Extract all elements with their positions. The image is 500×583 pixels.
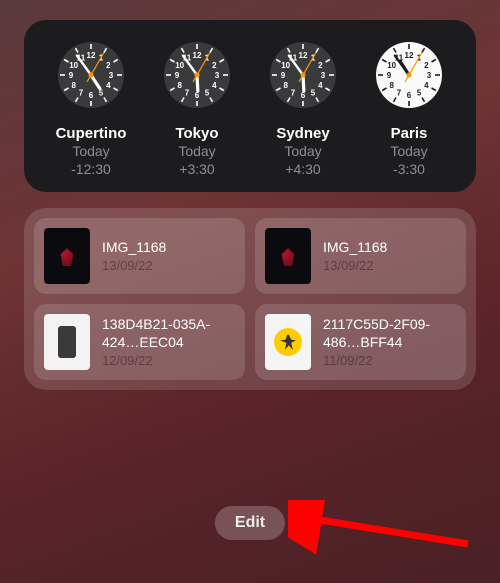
svg-text:12: 12 [299, 51, 308, 60]
file-thumbnail [265, 314, 311, 370]
svg-text:4: 4 [318, 81, 323, 90]
time-offset: +4:30 [285, 161, 320, 179]
file-thumbnail [44, 314, 90, 370]
city-name: Paris [391, 125, 428, 143]
world-clock-item: 121234567891011 Cupertino Today -12:30 [38, 40, 144, 178]
svg-text:7: 7 [79, 88, 84, 97]
svg-text:8: 8 [177, 81, 182, 90]
svg-text:3: 3 [109, 71, 114, 80]
file-name: 138D4B21-035A-424…EEC04 [102, 316, 233, 351]
clock-face-icon: 121234567891011 [268, 40, 338, 110]
world-clock-item: 121234567891011 Sydney Today +4:30 [250, 40, 356, 178]
file-item[interactable]: 138D4B21-035A-424…EEC04 12/09/22 [34, 304, 245, 380]
svg-text:2: 2 [212, 61, 217, 70]
time-offset: -12:30 [71, 161, 111, 179]
file-thumbnail [44, 228, 90, 284]
svg-text:2: 2 [106, 61, 111, 70]
annotation-arrow [288, 500, 488, 560]
svg-text:5: 5 [311, 88, 316, 97]
svg-text:4: 4 [424, 81, 429, 90]
file-name: IMG_1168 [102, 239, 233, 257]
world-clock-item: 121234567891011 Paris Today -3:30 [356, 40, 462, 178]
file-date: 11/09/22 [323, 353, 454, 368]
svg-text:3: 3 [321, 71, 326, 80]
clock-face-icon: 121234567891011 [374, 40, 444, 110]
time-offset: -3:30 [393, 161, 425, 179]
svg-text:7: 7 [185, 88, 190, 97]
svg-text:9: 9 [69, 71, 74, 80]
time-offset: +3:30 [179, 161, 214, 179]
day-label: Today [390, 143, 427, 161]
svg-text:8: 8 [283, 81, 288, 90]
city-name: Sydney [276, 125, 329, 143]
file-name: 2117C55D-2F09-486…BFF44 [323, 316, 454, 351]
clock-face-icon: 121234567891011 [162, 40, 232, 110]
file-date: 13/09/22 [102, 258, 233, 273]
svg-text:5: 5 [417, 88, 422, 97]
file-item[interactable]: IMG_1168 13/09/22 [34, 218, 245, 294]
file-item[interactable]: 2117C55D-2F09-486…BFF44 11/09/22 [255, 304, 466, 380]
recent-files-widget[interactable]: IMG_1168 13/09/22 IMG_1168 13/09/22 138D… [24, 208, 476, 390]
svg-text:6: 6 [89, 91, 94, 100]
file-date: 13/09/22 [323, 258, 454, 273]
day-label: Today [72, 143, 109, 161]
svg-text:2: 2 [318, 61, 323, 70]
clock-face-icon: 121234567891011 [56, 40, 126, 110]
svg-text:12: 12 [87, 51, 96, 60]
svg-text:6: 6 [407, 91, 412, 100]
svg-text:4: 4 [106, 81, 111, 90]
svg-text:9: 9 [281, 71, 286, 80]
day-label: Today [178, 143, 215, 161]
svg-text:8: 8 [389, 81, 394, 90]
svg-text:4: 4 [212, 81, 217, 90]
file-thumbnail [265, 228, 311, 284]
svg-text:5: 5 [205, 88, 210, 97]
world-clock-item: 121234567891011 Tokyo Today +3:30 [144, 40, 250, 178]
file-name: IMG_1168 [323, 239, 454, 257]
svg-text:7: 7 [291, 88, 296, 97]
svg-text:7: 7 [397, 88, 402, 97]
file-item[interactable]: IMG_1168 13/09/22 [255, 218, 466, 294]
world-clock-widget[interactable]: 121234567891011 Cupertino Today -12:30 1… [24, 20, 476, 192]
svg-text:2: 2 [424, 61, 429, 70]
svg-text:9: 9 [175, 71, 180, 80]
svg-text:9: 9 [387, 71, 392, 80]
svg-text:3: 3 [215, 71, 220, 80]
svg-text:12: 12 [193, 51, 202, 60]
svg-text:8: 8 [71, 81, 76, 90]
svg-text:3: 3 [427, 71, 432, 80]
file-date: 12/09/22 [102, 353, 233, 368]
edit-button[interactable]: Edit [215, 506, 285, 540]
city-name: Cupertino [56, 125, 127, 143]
svg-text:12: 12 [405, 51, 414, 60]
city-name: Tokyo [175, 125, 218, 143]
day-label: Today [284, 143, 321, 161]
